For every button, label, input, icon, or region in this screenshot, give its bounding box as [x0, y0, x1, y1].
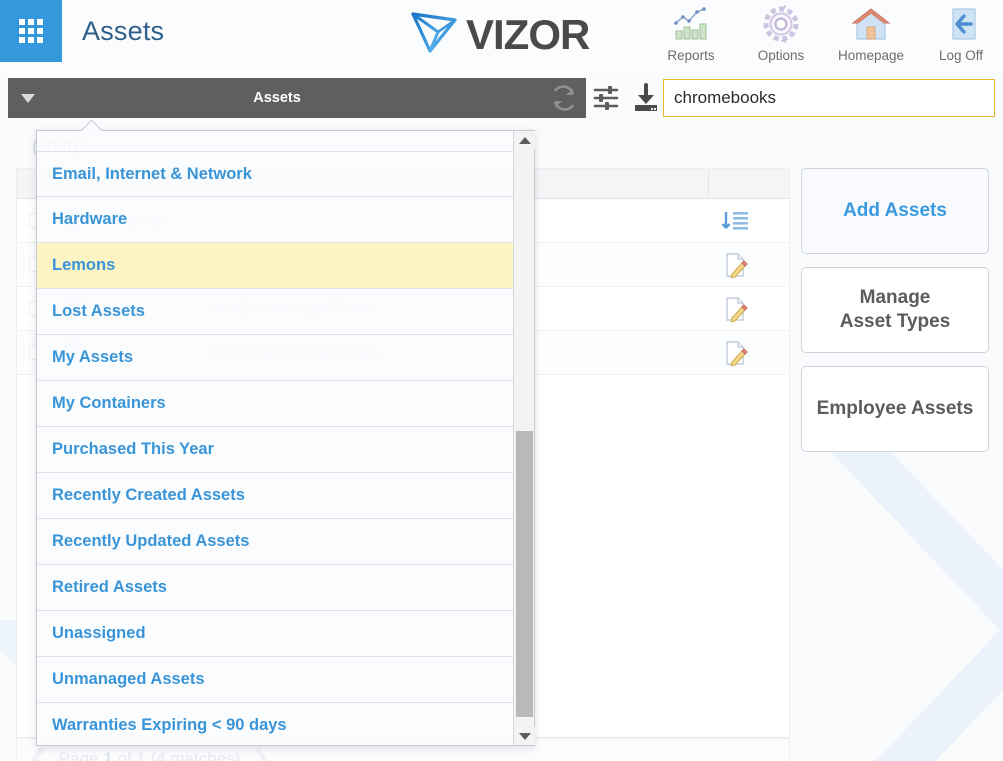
dropdown-item-unmanaged-assets[interactable]: Unmanaged Assets — [37, 657, 515, 703]
top-header-bar: Assets VIZOR Reports Options Homepage Lo… — [0, 0, 1003, 72]
header-action-label: Options — [757, 48, 805, 63]
header-actions: Reports Options Homepage Log Off — [657, 2, 995, 63]
dropdown-item-my-containers[interactable]: My Containers — [37, 381, 515, 427]
brand-logo: VIZOR — [406, 6, 590, 63]
dropdown-scrollbar[interactable] — [513, 131, 535, 745]
header-action-options[interactable]: Options — [747, 2, 815, 63]
header-action-homepage[interactable]: Homepage — [837, 2, 905, 63]
dropdown-item-recently-created-assets[interactable]: Recently Created Assets — [37, 473, 515, 519]
employee-assets-button[interactable]: Employee Assets — [801, 366, 989, 452]
row-action-2 — [761, 199, 789, 242]
dropdown-item-email-internet-network[interactable]: Email, Internet & Network — [37, 151, 515, 197]
page-title: Assets — [82, 16, 165, 46]
next-page-icon[interactable]: ❯ — [250, 746, 272, 761]
add-assets-button[interactable]: Add Assets — [801, 168, 989, 254]
assets-toolbar: Assets — [0, 78, 1003, 118]
home-icon — [850, 2, 892, 46]
logout-arrow-icon — [941, 2, 981, 46]
assets-view-selector-bar[interactable]: Assets — [8, 78, 586, 118]
header-action-logoff[interactable]: Log Off — [927, 2, 995, 63]
row-action-2 — [761, 243, 789, 286]
dropdown-item-hardware[interactable]: Hardware — [37, 197, 515, 243]
background-chevron-watermark-right — [790, 430, 1003, 761]
toolbar-title: Assets — [253, 90, 301, 106]
side-action-panel: Add Assets Manage Asset Types Employee A… — [801, 168, 989, 452]
dropdown-top-spacer — [37, 131, 515, 151]
dropdown-item-recently-updated-assets[interactable]: Recently Updated Assets — [37, 519, 515, 565]
chevron-down-icon[interactable] — [8, 78, 48, 118]
manage-asset-types-line1: Manage — [859, 287, 931, 309]
row-action-2 — [761, 331, 789, 374]
caret-up-icon[interactable] — [514, 131, 535, 149]
grid-header-action-2 — [761, 169, 789, 198]
search-input[interactable] — [663, 79, 995, 117]
edit-document-icon[interactable] — [709, 331, 761, 374]
dropdown-item-lemons[interactable]: Lemons — [37, 243, 515, 289]
dropdown-item-my-assets[interactable]: My Assets — [37, 335, 515, 381]
pagination-page-number: 1 — [103, 749, 113, 761]
header-action-label: Homepage — [837, 48, 905, 63]
dropdown-item-retired-assets[interactable]: Retired Assets — [37, 565, 515, 611]
dropdown-item-purchased-this-year[interactable]: Purchased This Year — [37, 427, 515, 473]
pagination-status: Page 1 of 1 (4 matches) — [59, 749, 241, 761]
app-root: (start)> Name Serial Number Computer — [0, 0, 1003, 761]
dropdown-scrollbar-thumb[interactable] — [516, 431, 533, 717]
grid-header-action — [709, 169, 761, 198]
header-action-label: Log Off — [938, 48, 984, 63]
manage-asset-types-button[interactable]: Manage Asset Types — [801, 267, 989, 353]
refresh-icon[interactable] — [542, 78, 586, 118]
edit-document-icon[interactable] — [709, 287, 761, 330]
dropdown-list: Email, Internet & Network Hardware Lemon… — [37, 131, 515, 745]
apps-grid-icon[interactable] — [0, 0, 62, 62]
pagination-matches: (4 matches) — [150, 749, 241, 761]
sliders-icon[interactable] — [590, 81, 622, 115]
reports-chart-icon — [670, 2, 712, 46]
toolbar-icon-group — [590, 78, 662, 118]
dropdown-pointer — [80, 120, 102, 131]
pagination-total-pages: 1 — [136, 749, 146, 761]
pagination-page-word: Page — [58, 749, 99, 761]
dropdown-item-warranties-expiring[interactable]: Warranties Expiring < 90 days — [37, 703, 515, 745]
caret-down-icon[interactable] — [514, 727, 535, 745]
dropdown-item-lost-assets[interactable]: Lost Assets — [37, 289, 515, 335]
vizor-mark-icon — [406, 6, 462, 63]
row-action-2 — [761, 287, 789, 330]
sort-descending-icon[interactable] — [709, 199, 761, 242]
header-action-reports[interactable]: Reports — [657, 2, 725, 63]
gear-icon — [761, 2, 801, 46]
dropdown-item-unassigned[interactable]: Unassigned — [37, 611, 515, 657]
header-action-label: Reports — [667, 48, 715, 63]
pagination-of-word: of — [117, 749, 132, 761]
manage-asset-types-line2: Asset Types — [839, 311, 951, 332]
prev-page-icon[interactable]: ❮ — [27, 746, 49, 761]
brand-name: VIZOR — [466, 10, 590, 58]
asset-view-dropdown: Email, Internet & Network Hardware Lemon… — [36, 130, 535, 746]
edit-document-icon[interactable] — [709, 243, 761, 286]
download-icon[interactable] — [630, 81, 662, 115]
